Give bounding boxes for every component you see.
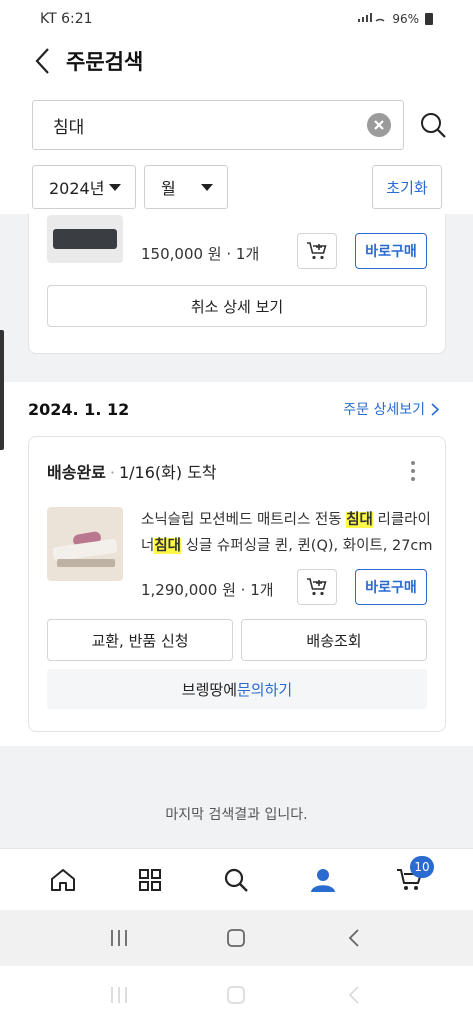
results-list[interactable]: 150,000 원 · 1개 바로구매 취소 상세 보기 2024. 1. 12…: [0, 214, 473, 848]
caret-down-icon: [201, 183, 213, 191]
system-back-button[interactable]: [334, 923, 374, 953]
status-label: 배송완료: [47, 463, 106, 482]
keyword-highlight: 침대: [346, 512, 373, 528]
search-input[interactable]: 침대: [32, 100, 404, 150]
status-icons: 96%: [356, 12, 433, 27]
home-icon: [51, 868, 76, 891]
product-name-part: 소닉슬립 모션베드 매트리스 전동: [141, 512, 347, 528]
clear-search-button[interactable]: [367, 113, 391, 137]
recent-apps-icon: [99, 980, 139, 1010]
system-nav-bar-ghost: [0, 966, 473, 1024]
edge-handle[interactable]: [0, 330, 4, 450]
page-title: 주문검색: [66, 50, 144, 74]
back-arrow-icon: [334, 980, 374, 1010]
order-date: 2024. 1. 12: [28, 400, 130, 419]
dot: [411, 469, 415, 473]
month-value: 월: [161, 179, 176, 198]
battery-level: 96%: [392, 12, 419, 26]
home-button[interactable]: [216, 923, 256, 953]
keyword-highlight: 침대: [154, 538, 182, 554]
inquiry-prefix: 브렝땅에: [181, 680, 237, 699]
add-to-cart-button[interactable]: [297, 569, 337, 605]
search-icon: [225, 868, 249, 892]
cancel-detail-button[interactable]: 취소 상세 보기: [47, 285, 427, 327]
back-button[interactable]: [28, 46, 56, 76]
product-thumbnail[interactable]: [47, 507, 123, 581]
system-nav-bar: [0, 910, 473, 966]
cart-plus-icon: [307, 578, 327, 596]
price-quantity: 150,000 원 · 1개: [141, 245, 260, 263]
mattress-image: [53, 229, 117, 249]
cart-plus-icon: [307, 242, 327, 260]
home-square-icon: [227, 929, 246, 947]
end-of-results: 마지막 검색결과 입니다.: [165, 807, 308, 823]
close-icon: [374, 120, 384, 130]
nav-cart[interactable]: 10: [388, 855, 434, 902]
price-quantity: 1,290,000 원 · 1개: [141, 581, 274, 599]
battery-icon: [425, 13, 433, 25]
product-thumbnail[interactable]: [47, 215, 123, 263]
order-detail-label: 주문 상세보기: [343, 402, 425, 418]
year-value: 2024년: [49, 179, 105, 198]
product-name-part: 싱글 슈퍼싱글 퀸, 퀸(Q), 화이트, 27cm: [181, 538, 433, 554]
dot: [411, 477, 415, 481]
dot: [411, 461, 415, 465]
seller-inquiry: 브렝땅에 문의하기: [47, 669, 427, 709]
reset-button[interactable]: 초기화: [372, 165, 442, 209]
filter-row: 2024년 월 초기화: [32, 164, 442, 210]
more-options-button[interactable]: [405, 459, 421, 483]
tracking-button[interactable]: 배송조회: [241, 619, 427, 661]
search-row: 침대: [32, 100, 452, 150]
order-section: 2024. 1. 12 주문 상세보기 배송완료 · 1/16(화) 도착 소닉슬립…: [0, 382, 473, 746]
status-bar: KT 6:21 96%: [0, 0, 473, 38]
status-time: KT 6:21: [40, 11, 93, 27]
inquiry-link[interactable]: 문의하기: [237, 679, 292, 700]
order-card: 150,000 원 · 1개 바로구매 취소 상세 보기: [28, 214, 446, 354]
cart-count-badge: 10: [410, 855, 434, 878]
arrival-date: 1/16(화) 도착: [118, 463, 217, 482]
nav-search[interactable]: [214, 858, 258, 902]
bed-image: [52, 538, 118, 562]
buy-now-button[interactable]: 바로구매: [355, 233, 427, 269]
product-name[interactable]: 소닉슬립 모션베드 매트리스 전동 침대 리클라이너침대 싱글 슈퍼싱글 퀸, …: [141, 507, 433, 559]
delivery-status: 배송완료 · 1/16(화) 도착: [47, 459, 217, 483]
home-square-icon: [216, 980, 256, 1010]
search-button[interactable]: [416, 108, 450, 142]
nav-home[interactable]: [41, 858, 85, 902]
grid-icon: [138, 868, 161, 891]
month-select[interactable]: 월: [144, 165, 228, 209]
back-arrow-icon: [348, 929, 359, 947]
search-icon: [421, 113, 446, 138]
recent-apps-button[interactable]: [99, 923, 139, 953]
app-header: 주문검색: [0, 38, 473, 84]
nav-categories[interactable]: [128, 858, 172, 902]
caret-down-icon: [109, 183, 121, 191]
bottom-nav: 10: [0, 848, 473, 910]
recent-apps-icon: [110, 930, 127, 946]
nav-my-page[interactable]: [301, 858, 345, 902]
user-icon: [311, 868, 336, 892]
chevron-left-icon: [35, 48, 49, 74]
chevron-right-icon: [431, 402, 439, 416]
search-query[interactable]: 침대: [53, 113, 84, 138]
signal-icon: [356, 12, 386, 27]
bed-base-image: [57, 559, 115, 567]
separator-dot: ·: [109, 463, 115, 482]
buy-now-button[interactable]: 바로구매: [355, 569, 427, 605]
order-card: 배송완료 · 1/16(화) 도착 소닉슬립 모션베드 매트리스 전동 침대 리클라…: [28, 436, 446, 732]
add-to-cart-button[interactable]: [297, 233, 337, 269]
exchange-return-button[interactable]: 교환, 반품 신청: [47, 619, 233, 661]
order-detail-link[interactable]: 주문 상세보기: [343, 399, 439, 419]
year-select[interactable]: 2024년: [32, 165, 136, 209]
